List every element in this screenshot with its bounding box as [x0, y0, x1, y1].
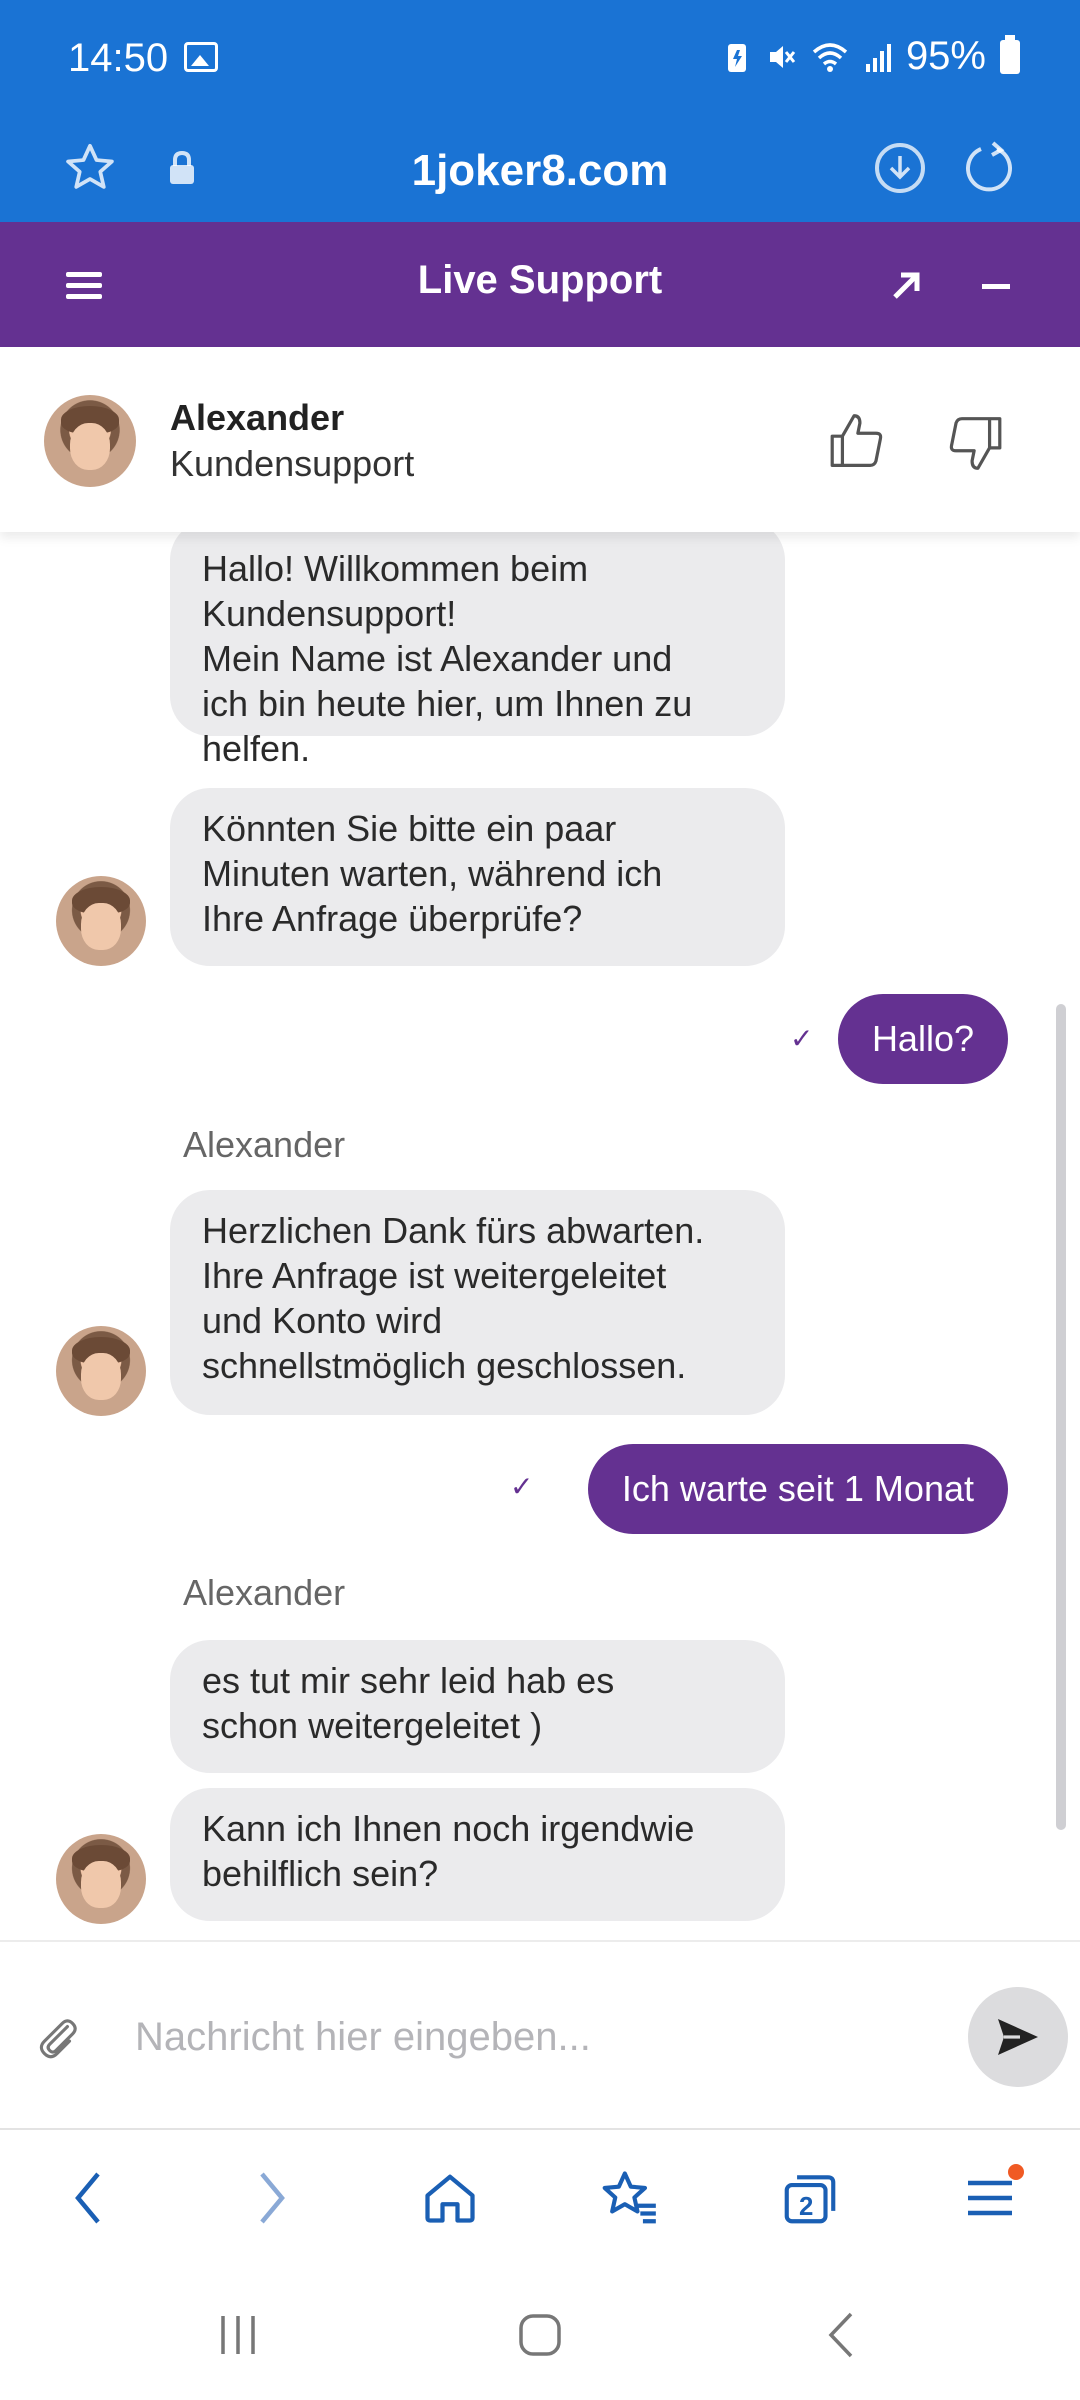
bookmarks-icon [602, 2171, 656, 2224]
message-composer [0, 1940, 1080, 2130]
thumbs-down-button[interactable] [940, 407, 1010, 477]
tabs-button[interactable]: 2 [774, 2162, 846, 2234]
reload-icon [966, 141, 1012, 192]
status-bar: 14:50 95% [0, 0, 1080, 118]
agent-message: Könnten Sie bitte ein paar Minuten warte… [170, 788, 785, 966]
user-message: Hallo? [837, 994, 1008, 1084]
home-nav-button[interactable] [510, 2305, 570, 2365]
wifi-icon [812, 42, 848, 72]
agent-message: Herzlichen Dank fürs abwarten. Ihre Anfr… [170, 1190, 785, 1415]
back-button[interactable] [52, 2162, 124, 2234]
chevron-right-icon [260, 2172, 285, 2224]
signal-icon [865, 43, 891, 72]
agent-avatar [56, 876, 146, 966]
agent-card: Alexander Kundensupport [0, 347, 1080, 532]
browser-bottom-bar: 2 [0, 2130, 1080, 2265]
chevron-left-icon [75, 2172, 100, 2224]
recent-apps-button[interactable] [208, 2305, 268, 2365]
agent-avatar [56, 1834, 146, 1924]
gallery-notification-icon [184, 42, 218, 72]
back-nav-button[interactable] [812, 2305, 872, 2365]
battery-percent: 95% [905, 34, 986, 78]
mute-icon [769, 45, 796, 68]
thumbs-down-icon [949, 417, 1002, 470]
minimize-icon [982, 284, 1010, 289]
sent-check-icon: ✓ [510, 1471, 534, 1502]
message-input[interactable] [135, 1992, 935, 2082]
agent-message: es tut mir sehr leid hab es schon weiter… [170, 1640, 785, 1773]
browser-toolbar: 1joker8.com [0, 118, 1080, 222]
browser-menu-button[interactable] [954, 2162, 1026, 2234]
agent-avatar [44, 395, 136, 487]
send-icon [998, 2019, 1038, 2055]
home-button[interactable] [414, 2162, 486, 2234]
thumbs-up-icon [830, 414, 883, 467]
home-icon [425, 2174, 475, 2223]
minimize-button[interactable] [968, 258, 1024, 314]
recent-apps-icon [221, 2316, 255, 2354]
battery-icon [1000, 34, 1020, 74]
attach-button[interactable] [32, 2012, 82, 2062]
popout-button[interactable] [878, 258, 934, 314]
tab-count: 2 [799, 2193, 813, 2221]
sender-name: Alexander [183, 1572, 346, 1613]
sent-check-icon: ✓ [790, 1023, 814, 1054]
sender-name: Alexander [183, 1124, 346, 1165]
bookmarks-button[interactable] [594, 2162, 666, 2234]
notification-dot [1008, 2164, 1024, 2180]
message-list[interactable]: Hallo! Willkommen beim Kundensupport! Me… [0, 532, 1080, 1940]
home-square-icon [519, 2314, 561, 2356]
back-nav-icon [828, 2312, 853, 2358]
menu-icon [968, 2180, 1012, 2216]
tabs-icon: 2 [784, 2175, 836, 2224]
agent-message: Kann ich Ihnen noch irgendwie behilflich… [170, 1788, 785, 1921]
user-message: Ich warte seit 1 Monat [587, 1444, 1008, 1534]
battery-saver-icon [727, 43, 746, 72]
reload-button[interactable] [960, 138, 1020, 198]
agent-role: Kundensupport [170, 443, 415, 484]
status-time: 14:50 [68, 36, 169, 80]
send-button[interactable] [968, 1987, 1068, 2087]
agent-avatar [56, 1326, 146, 1416]
download-button[interactable] [870, 138, 930, 198]
system-nav-bar [0, 2265, 1080, 2400]
agent-message: Hallo! Willkommen beim Kundensupport! Me… [170, 532, 785, 769]
thumbs-up-button[interactable] [822, 407, 892, 477]
arrow-up-right-icon [893, 272, 920, 299]
download-icon [875, 143, 925, 193]
forward-button[interactable] [236, 2162, 308, 2234]
chat-header: Live Support [0, 222, 1080, 347]
status-icons: 95% [722, 34, 1020, 79]
scrollbar[interactable] [1056, 1004, 1066, 1830]
paperclip-icon [39, 2019, 77, 2059]
agent-name: Alexander [170, 397, 345, 438]
